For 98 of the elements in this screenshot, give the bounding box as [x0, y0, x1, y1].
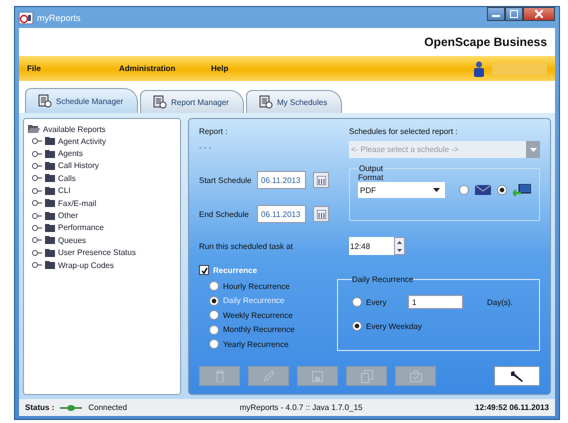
menu-item[interactable]: Help [211, 64, 228, 73]
radio-label: Yearly Recurrence [223, 340, 289, 348]
monitor-arrow-icon [513, 184, 531, 196]
radio-label: Daily Recurrence [223, 296, 284, 305]
blurred-block [492, 62, 547, 74]
menu-item[interactable]: File [27, 64, 119, 73]
tree-item[interactable]: Agent Activity [58, 136, 106, 146]
tree-item[interactable]: Fax/E-mail [58, 198, 96, 208]
minimize-button[interactable] [487, 7, 505, 21]
tab[interactable]: Report Manager [140, 90, 244, 113]
expand-toggle-icon[interactable] [32, 224, 42, 232]
report-label: Report : [199, 127, 228, 138]
tree-root-label[interactable]: Available Reports [43, 124, 106, 134]
user-icon [474, 60, 484, 76]
check-icon [200, 266, 208, 274]
expand-toggle-icon[interactable] [32, 212, 42, 220]
radio-label: Monthly Recurrence [223, 325, 295, 334]
expand-toggle-icon[interactable] [32, 248, 42, 257]
checkbox[interactable] [199, 265, 209, 275]
tree-item[interactable]: Performance [58, 223, 104, 232]
output-legend: Output [358, 164, 384, 173]
briefcase-icon [410, 370, 422, 382]
days-label: Day(s). [487, 298, 513, 306]
pencil-icon [262, 370, 274, 382]
calendar-icon [316, 210, 326, 218]
calendar-button[interactable] [313, 206, 329, 222]
days-field[interactable]: 1 [408, 295, 463, 309]
radio-button[interactable] [209, 281, 219, 291]
start-schedule-label: Start Schedule [199, 176, 252, 184]
end-date-field[interactable]: 06.11.2013 [257, 205, 306, 223]
app-logo-icon [19, 12, 33, 24]
close-icon [535, 10, 543, 18]
radio-label: Every [366, 298, 388, 306]
dropdown-arrow-icon [433, 188, 440, 192]
dropdown-arrow-icon [530, 148, 536, 152]
tree-item[interactable]: Calls [58, 174, 76, 183]
expand-toggle-icon[interactable] [32, 150, 42, 158]
recurrence-label: Recurrence [213, 266, 258, 274]
window-title: myReports [37, 12, 81, 22]
spin-up-icon [397, 240, 402, 244]
trash-icon [214, 370, 224, 382]
radio-button[interactable] [209, 339, 219, 349]
format-label: Format [358, 173, 384, 182]
tree-item[interactable]: Call History [58, 161, 99, 170]
expand-toggle-icon[interactable] [32, 261, 42, 270]
status-label: Status : [25, 403, 54, 412]
expand-toggle-icon[interactable] [32, 174, 42, 182]
close-button[interactable] [523, 7, 555, 21]
wrench-icon [510, 370, 524, 382]
version-text: myReports - 4.0.7 :: Java 1.7.0_15 [240, 403, 362, 412]
connection-plug-icon [60, 404, 82, 410]
tree-item[interactable]: Other [58, 211, 78, 220]
maximize-button[interactable] [505, 7, 523, 21]
radio-label: Weekly Recurrence [223, 310, 293, 320]
document-icon [258, 95, 273, 109]
radio-button[interactable] [209, 296, 219, 306]
radio-button[interactable] [497, 185, 507, 195]
menu-item[interactable]: Administration [119, 64, 211, 73]
floppy-icon [312, 370, 323, 382]
tab[interactable]: My Schedules [246, 90, 342, 113]
daily-recurrence-legend: Daily Recurrence [352, 275, 414, 284]
radio-label: Every Weekday [366, 322, 422, 330]
radio-button[interactable] [352, 297, 362, 307]
envelope-icon [475, 185, 491, 195]
calendar-button[interactable] [313, 172, 329, 188]
radio-button[interactable] [352, 321, 362, 331]
calendar-icon [316, 176, 326, 184]
tab[interactable]: Schedule Manager [25, 88, 138, 113]
connection-status: Connected [88, 403, 128, 412]
tree-item[interactable]: Queues [58, 236, 86, 245]
radio-button[interactable] [209, 310, 219, 320]
tree-item[interactable]: CLI [58, 186, 70, 196]
end-schedule-label: End Schedule [199, 210, 250, 218]
expand-toggle-icon[interactable] [32, 162, 42, 170]
brand-title: OpenScape Business [424, 35, 547, 49]
schedule-icon [38, 94, 52, 108]
reports-icon [153, 95, 168, 109]
radio-button[interactable] [459, 185, 469, 195]
radio-button[interactable] [209, 324, 219, 334]
tree-item[interactable]: Agents [58, 149, 83, 158]
settings-button[interactable] [494, 366, 540, 386]
maximize-icon [510, 10, 518, 18]
tree-item[interactable]: Wrap-up Codes [58, 260, 114, 270]
start-date-field[interactable]: 06.11.2013 [257, 171, 306, 189]
format-dropdown[interactable]: PDF [358, 182, 445, 198]
radio-label: Hourly Recurrence [223, 282, 290, 290]
schedules-label: Schedules for selected report : [349, 127, 459, 138]
report-value: - - - [199, 142, 212, 154]
copy-icon [360, 370, 372, 382]
tree-item[interactable]: User Presence Status [58, 248, 136, 258]
status-datetime: 12:49:52 06.11.2013 [475, 403, 549, 412]
open-folder-icon [28, 124, 40, 134]
expand-toggle-icon[interactable] [32, 186, 42, 195]
run-time-label: Run this scheduled task at [199, 242, 294, 250]
expand-toggle-icon[interactable] [32, 236, 42, 244]
expand-toggle-icon[interactable] [32, 137, 42, 146]
expand-toggle-icon[interactable] [32, 199, 42, 208]
spin-down-icon [397, 248, 402, 252]
